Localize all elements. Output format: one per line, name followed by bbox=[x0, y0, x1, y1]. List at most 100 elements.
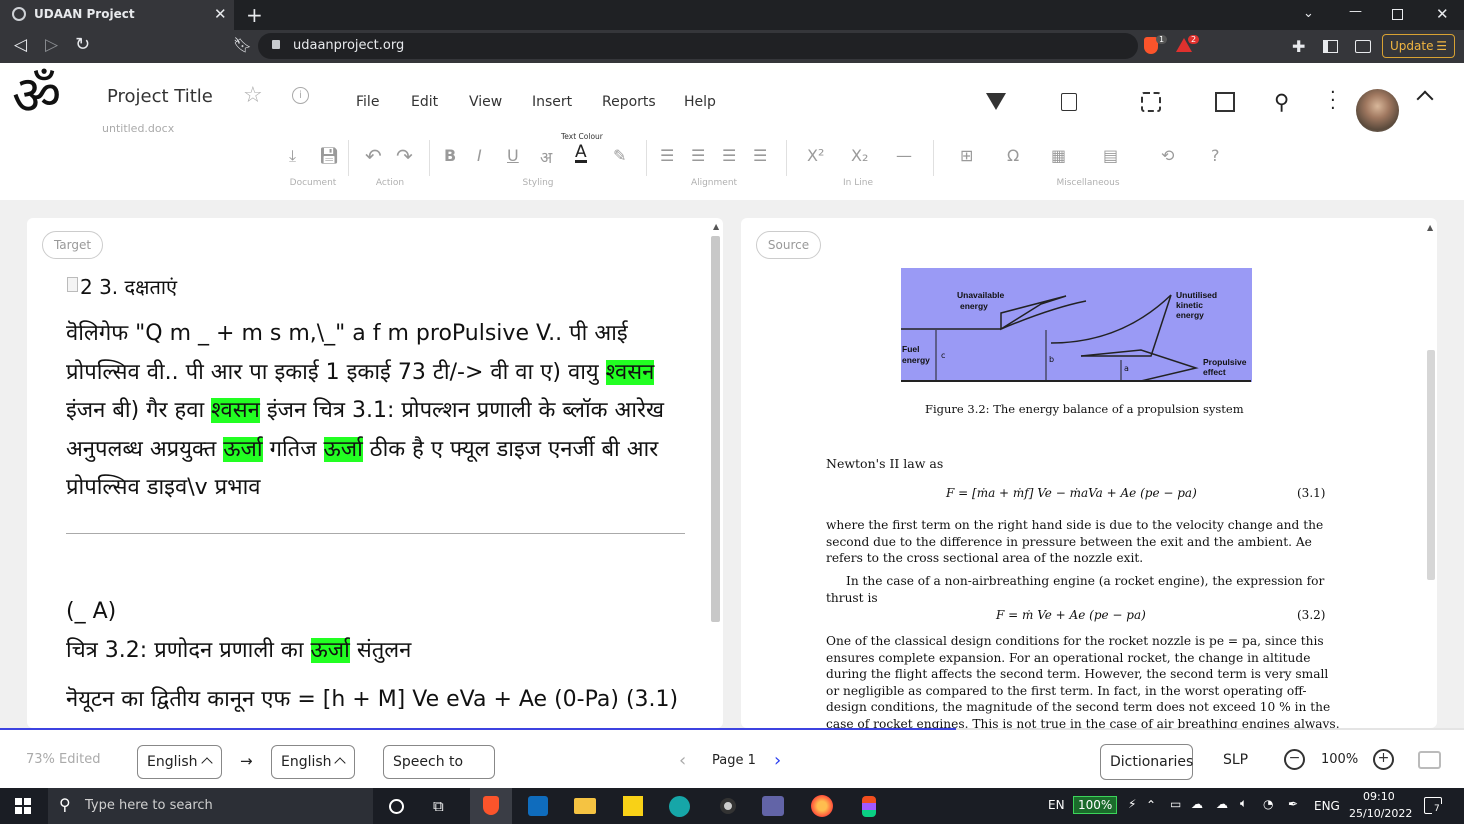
horizontal-line-icon[interactable]: — bbox=[896, 146, 912, 165]
speech-to-text-button[interactable]: Speech to text bbox=[383, 745, 495, 802]
help-question-icon[interactable]: ? bbox=[1211, 146, 1220, 165]
pen-icon[interactable]: ✒︎ bbox=[1288, 797, 1298, 811]
collapse-chevron-up-icon[interactable] bbox=[1416, 90, 1434, 108]
target-scrollbar[interactable] bbox=[711, 236, 720, 622]
menu-view[interactable]: View bbox=[469, 94, 502, 110]
highlighted-word[interactable]: श्वसन bbox=[211, 398, 260, 423]
next-page-icon[interactable]: › bbox=[774, 750, 781, 771]
source-scrollbar[interactable] bbox=[1427, 350, 1435, 580]
subscript-icon[interactable]: X₂ bbox=[851, 146, 868, 165]
firefox-icon[interactable] bbox=[811, 795, 833, 817]
italic-icon[interactable]: I bbox=[477, 146, 482, 165]
align-justify-icon[interactable]: ☰ bbox=[753, 146, 767, 165]
windows-start-icon[interactable] bbox=[15, 798, 31, 814]
update-button[interactable]: Update ☰ bbox=[1382, 34, 1455, 58]
forward-icon[interactable]: ▷ bbox=[45, 35, 58, 55]
zoom-in-icon[interactable]: + bbox=[1373, 749, 1394, 770]
om-logo[interactable]: ॐ bbox=[12, 61, 61, 131]
target-line-a[interactable]: (_ A) bbox=[66, 593, 116, 632]
source-panel[interactable]: Source Unavailable energy Unutilised kin… bbox=[741, 218, 1437, 728]
teams-icon[interactable] bbox=[762, 796, 784, 816]
scroll-up-arrow-icon[interactable]: ▲ bbox=[713, 222, 719, 231]
more-vertical-icon[interactable]: · · · bbox=[1330, 84, 1336, 118]
device-icon[interactable]: ▭ bbox=[1170, 797, 1181, 811]
reload-icon[interactable]: ↻ bbox=[75, 34, 90, 55]
task-view-icon[interactable]: ⧉ bbox=[433, 797, 444, 815]
figma-icon[interactable] bbox=[862, 796, 876, 817]
filter-triangle-icon[interactable] bbox=[986, 93, 1006, 110]
menu-help[interactable]: Help bbox=[684, 94, 716, 110]
avatar[interactable] bbox=[1356, 89, 1399, 132]
arduino-icon[interactable] bbox=[669, 796, 690, 817]
url-bar[interactable]: udaanproject.org 1 2 bbox=[258, 33, 1200, 59]
source-language-select[interactable]: English bbox=[137, 745, 222, 779]
menu-file[interactable]: File bbox=[356, 94, 379, 110]
equation-3-2[interactable]: F = ṁ Ve + Ae (pe − pa) bbox=[996, 608, 1146, 622]
maximize-icon[interactable] bbox=[1392, 9, 1403, 20]
equation-3-1[interactable]: F = [ṁa + ṁf] Ve − ṁaVa + Ae (pe − pa) bbox=[946, 486, 1197, 500]
table-icon[interactable]: ▦ bbox=[1051, 146, 1066, 165]
target-panel[interactable]: Target 2 3. दक्षताएं वॆलिगेफ "Q m _ + m … bbox=[27, 218, 723, 728]
highlighted-word[interactable]: ऊर्जा bbox=[310, 638, 350, 663]
newton-line[interactable]: Newton's II law as bbox=[826, 456, 943, 471]
back-icon[interactable]: ◁ bbox=[14, 35, 27, 55]
fit-page-icon[interactable] bbox=[1418, 751, 1441, 769]
volume-icon[interactable]: 🔈︎ bbox=[1240, 796, 1247, 811]
find-replace-icon[interactable]: ⟲ bbox=[1161, 146, 1174, 165]
scroll-up-arrow-icon[interactable]: ▲ bbox=[1427, 223, 1433, 232]
tab-search-chevron-icon[interactable]: ⌄ bbox=[1303, 6, 1314, 21]
prev-page-icon[interactable]: ‹ bbox=[679, 750, 686, 771]
fit-screen-icon[interactable] bbox=[1141, 92, 1161, 112]
project-title[interactable]: Project Title bbox=[107, 86, 213, 107]
cortana-icon[interactable] bbox=[389, 799, 404, 814]
bookmark-icon[interactable]: 🔖︎ bbox=[233, 36, 252, 54]
extensions-icon[interactable]: ✚ bbox=[1292, 37, 1305, 56]
target-paragraph[interactable]: वॆलिगेफ "Q m _ + m s m,\_" a f m proPuls… bbox=[66, 315, 664, 508]
cloud-icon[interactable]: ☁︎ bbox=[1191, 797, 1203, 811]
target-caption-line[interactable]: चित्र 3.2: प्रणोदन प्रणाली का ऊर्जा संतु… bbox=[66, 632, 411, 671]
minimize-icon[interactable]: — bbox=[1349, 4, 1362, 19]
tab-close-icon[interactable]: ✕ bbox=[214, 5, 227, 23]
new-tab-icon[interactable]: + bbox=[246, 3, 263, 27]
zoom-out-icon[interactable]: − bbox=[1284, 749, 1305, 770]
omega-icon[interactable]: Ω bbox=[1007, 146, 1019, 165]
menu-edit[interactable]: Edit bbox=[411, 94, 438, 110]
strike-hindi-icon[interactable]: अ bbox=[540, 146, 552, 168]
clock-date[interactable]: 25/10/2022 bbox=[1349, 807, 1412, 820]
brave-taskbar-icon[interactable] bbox=[470, 788, 512, 824]
wifi-icon[interactable]: ◔ bbox=[1263, 797, 1273, 811]
source-paragraph-1[interactable]: where the first term on the right hand s… bbox=[826, 517, 1326, 567]
target-equation-line[interactable]: नॆयूटन का द्वितीय कानून एफ = [h + M] Ve … bbox=[66, 681, 678, 720]
slp-button[interactable]: SLP bbox=[1223, 752, 1248, 768]
input-language-indicator[interactable]: EN bbox=[1048, 798, 1065, 812]
superscript-icon[interactable]: X² bbox=[807, 146, 824, 165]
taskbar-search-box[interactable]: ⚲ Type here to search bbox=[48, 788, 373, 824]
highlighter-icon[interactable]: ✎ bbox=[613, 146, 626, 165]
info-icon[interactable]: i bbox=[292, 87, 309, 104]
battery-badge[interactable]: 100% bbox=[1073, 796, 1118, 814]
menu-insert[interactable]: Insert bbox=[532, 94, 572, 110]
clock-time[interactable]: 09:10 bbox=[1363, 790, 1395, 803]
wallet-icon[interactable] bbox=[1355, 40, 1371, 53]
redo-icon[interactable]: ↷ bbox=[396, 144, 413, 168]
text-colour-icon[interactable]: A bbox=[575, 144, 587, 163]
undo-icon[interactable]: ↶ bbox=[365, 144, 382, 168]
align-left-icon[interactable]: ☰ bbox=[660, 146, 674, 165]
source-paragraph-2[interactable]: In the case of a non-airbreathing engine… bbox=[826, 573, 1326, 606]
insert-comment-icon[interactable]: ⊞ bbox=[960, 146, 973, 165]
figure-caption[interactable]: Figure 3.2: The energy balance of a prop… bbox=[925, 402, 1244, 416]
browser-tab[interactable]: UDAAN Project ✕ bbox=[0, 0, 234, 30]
bold-icon[interactable]: B bbox=[444, 146, 456, 165]
sidebar-icon[interactable] bbox=[1323, 40, 1338, 53]
align-right-icon[interactable]: ☰ bbox=[722, 146, 736, 165]
search-icon[interactable]: ⚲ bbox=[1274, 90, 1289, 114]
onedrive-icon[interactable]: ☁︎ bbox=[1216, 797, 1228, 811]
star-icon[interactable]: ☆ bbox=[243, 83, 263, 108]
highlighted-word[interactable]: ऊर्जा bbox=[323, 436, 363, 462]
target-language-select[interactable]: English bbox=[271, 745, 355, 779]
underline-icon[interactable]: U bbox=[507, 146, 519, 165]
sticky-notes-icon[interactable] bbox=[623, 796, 643, 816]
source-paragraph-3[interactable]: One of the classical design conditions f… bbox=[826, 633, 1340, 728]
dictionaries-button[interactable]: Dictionaries bbox=[1100, 744, 1193, 780]
target-heading[interactable]: 2 3. दक्षताएं bbox=[80, 268, 177, 307]
